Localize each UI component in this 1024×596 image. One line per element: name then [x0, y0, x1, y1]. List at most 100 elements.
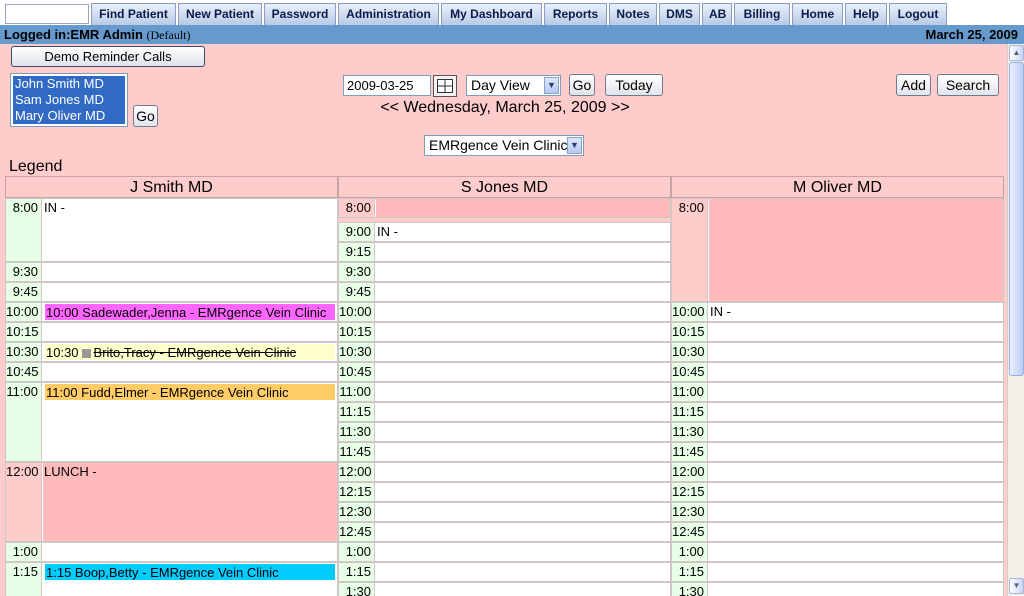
tab-new-patient[interactable]: New Patient	[178, 3, 262, 25]
search-button[interactable]: Search	[937, 74, 999, 96]
time-slot[interactable]: 9:45	[5, 282, 338, 302]
appointment-boop[interactable]: 1:15 Boop,Betty - EMRgence Vein Clinic	[45, 564, 335, 580]
time-slot[interactable]: 11:30	[338, 422, 671, 442]
time-slot[interactable]: 12:45	[671, 522, 1004, 542]
tab-reports[interactable]: Reports	[544, 3, 607, 25]
tab-find-patient[interactable]: Find Patient	[91, 3, 176, 25]
time-slot-unavailable[interactable]: 8:00	[671, 198, 1004, 302]
slot-time: 12:30	[339, 503, 375, 521]
tab-password[interactable]: Password	[264, 3, 336, 25]
time-slot-unavailable[interactable]: 8:00	[338, 198, 671, 218]
time-slot[interactable]: 12:15	[338, 482, 671, 502]
slot-time: 1:30	[672, 583, 708, 596]
scroll-up-icon[interactable]: ▲	[1009, 45, 1024, 61]
time-slot[interactable]: 10:45	[5, 362, 338, 382]
time-slot[interactable]: 9:00 IN -	[338, 222, 671, 242]
provider-go-button[interactable]: Go	[133, 105, 158, 127]
time-slot[interactable]: 10:30	[338, 342, 671, 362]
slot-time: 10:15	[339, 323, 375, 341]
time-slot[interactable]: 1:15 1:15 Boop,Betty - EMRgence Vein Cli…	[5, 562, 338, 596]
tab-help[interactable]: Help	[845, 3, 887, 25]
time-slot[interactable]: 10:30 10:30 Brito,Tracy - EMRgence Vein C…	[5, 342, 338, 362]
time-slot[interactable]: 1:00	[338, 542, 671, 562]
time-slot-lunch[interactable]: 12:00 LUNCH -	[5, 462, 338, 542]
chevron-down-icon: ▼	[544, 77, 559, 94]
time-slot[interactable]: 10:15	[671, 322, 1004, 342]
vertical-scrollbar[interactable]: ▲ ▼	[1007, 44, 1024, 596]
time-slot[interactable]: 11:00	[338, 382, 671, 402]
time-slot[interactable]: 12:00	[338, 462, 671, 482]
scroll-down-icon[interactable]: ▼	[1009, 578, 1024, 594]
provider-option[interactable]: Mary Oliver MD	[13, 108, 125, 124]
time-slot[interactable]: 9:30	[5, 262, 338, 282]
slot-time: 1:30	[339, 583, 375, 596]
time-slot[interactable]: 12:30	[671, 502, 1004, 522]
column-header-jones: S Jones MD	[338, 176, 671, 198]
time-slot[interactable]: 1:15	[671, 562, 1004, 582]
time-slot[interactable]: 11:45	[671, 442, 1004, 462]
time-slot[interactable]: 1:00	[671, 542, 1004, 562]
tab-home[interactable]: Home	[792, 3, 843, 25]
time-slot[interactable]: 1:00	[5, 542, 338, 562]
view-go-button[interactable]: Go	[569, 74, 595, 96]
time-slot[interactable]: 11:00 11:00 Fudd,Elmer - EMRgence Vein C…	[5, 382, 338, 462]
slot-time: 1:00	[6, 543, 42, 561]
tab-administration[interactable]: Administration	[338, 3, 439, 25]
login-role: (Default)	[146, 28, 191, 42]
legend-label[interactable]: Legend	[9, 157, 62, 177]
time-slot[interactable]: 12:15	[671, 482, 1004, 502]
appointment-sadewader[interactable]: 10:00 Sadewader,Jenna - EMRgence Vein Cl…	[45, 304, 335, 320]
time-slot[interactable]: 9:15	[338, 242, 671, 262]
calendar-icon[interactable]	[433, 75, 457, 97]
time-slot[interactable]: 11:00	[671, 382, 1004, 402]
tab-my-dashboard[interactable]: My Dashboard	[441, 3, 542, 25]
time-slot[interactable]: 1:30	[671, 582, 1004, 596]
tab-ab[interactable]: AB	[702, 3, 732, 25]
tab-dms[interactable]: DMS	[659, 3, 700, 25]
time-slot[interactable]: 10:00	[338, 302, 671, 322]
time-slot[interactable]: 12:00	[671, 462, 1004, 482]
time-slot[interactable]: 10:00 IN -	[671, 302, 1004, 322]
slot-time: 10:45	[6, 363, 42, 381]
top-navigation: Find Patient New Patient Password Admini…	[0, 0, 1024, 25]
scrollbar-thumb[interactable]	[1009, 62, 1024, 376]
provider-option[interactable]: Sam Jones MD	[13, 92, 125, 108]
appointment-fudd[interactable]: 11:00 Fudd,Elmer - EMRgence Vein Clinic	[45, 384, 335, 400]
time-slot[interactable]: 10:45	[671, 362, 1004, 382]
time-slot[interactable]: 11:30	[671, 422, 1004, 442]
time-slot[interactable]: 12:30	[338, 502, 671, 522]
demo-reminder-calls-button[interactable]: Demo Reminder Calls	[11, 46, 205, 67]
time-slot[interactable]: 12:45	[338, 522, 671, 542]
time-slot[interactable]: 10:30	[671, 342, 1004, 362]
time-slot[interactable]: 1:30	[338, 582, 671, 596]
slot-content: 10:30 Brito,Tracy - EMRgence Vein Clinic	[43, 343, 337, 361]
time-slot[interactable]: 11:15	[338, 402, 671, 422]
slot-content	[43, 363, 337, 381]
date-field[interactable]: 2009-03-25	[343, 75, 431, 96]
provider-option[interactable]: John Smith MD	[13, 76, 125, 92]
appointment-brito[interactable]: 10:30 Brito,Tracy - EMRgence Vein Clinic	[45, 344, 335, 360]
add-button[interactable]: Add	[896, 74, 931, 96]
slot-content	[709, 443, 1003, 461]
clinic-select[interactable]: EMRgence Vein Clinic ▼	[424, 135, 584, 156]
slot-time: 1:00	[339, 543, 375, 561]
date-navigation[interactable]: << Wednesday, March 25, 2009 >>	[340, 98, 670, 118]
time-slot[interactable]: 10:00 10:00 Sadewader,Jenna - EMRgence V…	[5, 302, 338, 322]
time-slot[interactable]: 1:15	[338, 562, 671, 582]
slot-content	[709, 463, 1003, 481]
today-button[interactable]: Today	[605, 74, 663, 96]
time-slot[interactable]: 11:15	[671, 402, 1004, 422]
time-slot[interactable]: 10:45	[338, 362, 671, 382]
view-select[interactable]: Day View ▼	[466, 75, 561, 96]
time-slot[interactable]: 10:15	[338, 322, 671, 342]
time-slot[interactable]: 10:15	[5, 322, 338, 342]
time-slot[interactable]: 9:30	[338, 262, 671, 282]
time-slot[interactable]: 8:00 IN -	[5, 198, 338, 262]
time-slot[interactable]: 11:45	[338, 442, 671, 462]
tab-notes[interactable]: Notes	[609, 3, 657, 25]
tab-billing[interactable]: Billing	[734, 3, 790, 25]
status-bar: Logged in:EMR Admin (Default) March 25, …	[0, 25, 1024, 44]
tab-logout[interactable]: Logout	[889, 3, 947, 25]
time-slot[interactable]: 9:45	[338, 282, 671, 302]
provider-listbox[interactable]: John Smith MD Sam Jones MD Mary Oliver M…	[10, 73, 128, 127]
